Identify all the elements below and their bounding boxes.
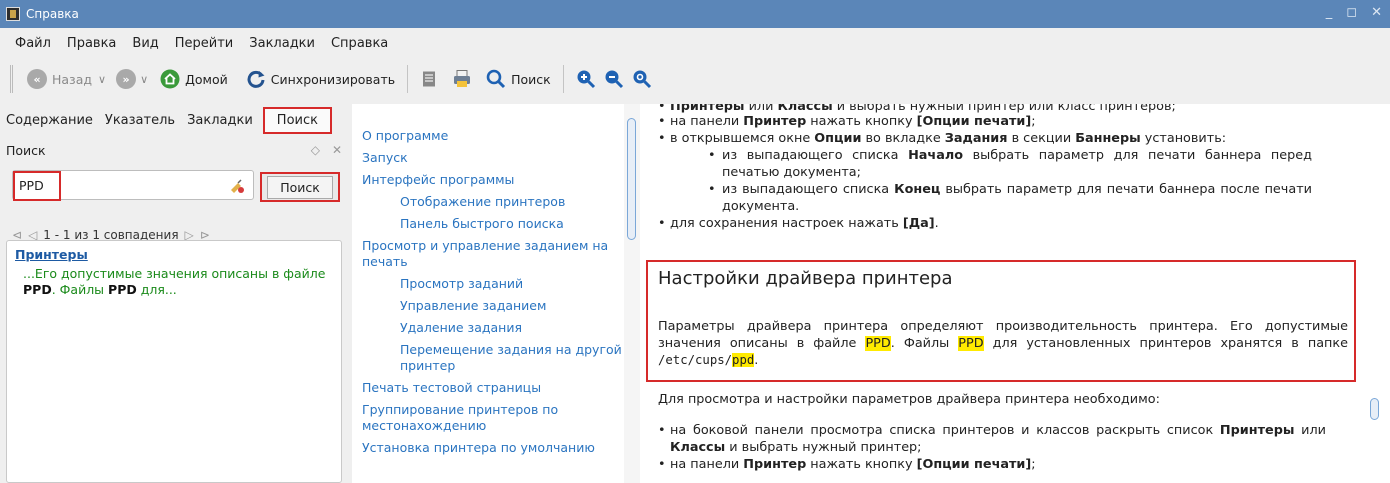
maximize-icon[interactable]: ◻ xyxy=(1346,5,1357,20)
toc-item[interactable]: Интерфейс программы xyxy=(362,170,624,192)
toc-item[interactable]: Установка принтера по умолчанию xyxy=(362,438,624,460)
home-label: Домой xyxy=(185,71,228,87)
toc-item[interactable]: Просмотр и управление заданием на печать xyxy=(362,236,624,274)
sync-button[interactable]: Синхронизировать xyxy=(242,65,399,93)
toc-item[interactable]: Группирование принтеров по местонахожден… xyxy=(362,400,624,438)
toc-item[interactable]: Управление заданием xyxy=(362,296,624,318)
zoom-original-icon xyxy=(633,70,651,89)
find-label: Поиск xyxy=(511,71,551,87)
toc-item[interactable]: О программе xyxy=(362,126,624,148)
minimize-icon[interactable]: _ xyxy=(1326,5,1333,20)
search-button[interactable]: Поиск xyxy=(260,172,340,202)
menu-help[interactable]: Справка xyxy=(324,32,395,55)
help-content: Принтеры или Классы и выбрать нужный при… xyxy=(640,104,1364,483)
toc-item[interactable]: Перемещение задания на другой принтер xyxy=(362,340,624,378)
print-preview-button[interactable] xyxy=(416,66,442,92)
window-controls: _ ◻ ✕ xyxy=(1326,5,1382,20)
toc-scrollbar[interactable] xyxy=(624,104,640,483)
paragraph: Параметры драйвера принтера определяют п… xyxy=(658,319,1349,368)
close-icon[interactable]: ✕ xyxy=(1371,5,1382,20)
clear-icon[interactable] xyxy=(229,177,245,193)
zoom-out-button[interactable] xyxy=(600,65,628,93)
forward-icon[interactable]: » xyxy=(116,69,137,89)
zoom-out-icon xyxy=(605,70,623,89)
menu-file[interactable]: Файл xyxy=(8,32,58,55)
toc-item[interactable]: Отображение принтеров xyxy=(362,192,624,214)
search-panel-header: Поиск ◇ ✕ xyxy=(0,138,352,162)
result-title-link[interactable]: Принтеры xyxy=(15,247,333,262)
list-item: для сохранения настроек нажать [Да]. xyxy=(646,215,1336,232)
menu-bookmarks[interactable]: Закладки xyxy=(242,32,322,55)
menu-edit[interactable]: Правка xyxy=(60,32,123,55)
result-snippet: ...Его допустимые значения описаны в фай… xyxy=(23,266,326,297)
section-heading: Настройки драйвера принтера xyxy=(658,268,953,289)
find-button[interactable]: Поиск xyxy=(482,65,555,93)
content-scroll-thumb[interactable] xyxy=(1370,398,1379,420)
tab-bookmarks[interactable]: Закладки xyxy=(181,107,259,134)
list-item: в открывшемся окне Опции во вкладке Зада… xyxy=(646,130,1336,215)
menu-go[interactable]: Перейти xyxy=(168,32,241,55)
toc-item[interactable]: Панель быстрого поиска xyxy=(362,214,624,236)
tab-contents[interactable]: Содержание xyxy=(0,107,99,134)
title-bar: Справка _ ◻ ✕ xyxy=(0,0,1390,28)
table-of-contents: О программе Запуск Интерфейс программы О… xyxy=(352,104,624,483)
sub-list-item: из выпадающего списка Конец выбрать пара… xyxy=(696,181,1312,215)
tab-search[interactable]: Поиск xyxy=(262,107,332,134)
search-button-label: Поиск xyxy=(267,175,333,199)
list-item: на панели Принтер нажать кнопку [Опции п… xyxy=(646,456,1326,473)
window-title: Справка xyxy=(26,7,79,21)
search-panel-title: Поиск xyxy=(6,142,46,158)
toolbar-separator xyxy=(407,65,409,93)
magnifier-icon xyxy=(486,69,506,89)
left-pane: Содержание Указатель Закладки Поиск Поис… xyxy=(0,104,352,483)
menu-bar: Файл Правка Вид Перейти Закладки Справка xyxy=(0,28,1390,58)
back-history-chevron-icon[interactable]: ∨ xyxy=(98,73,106,86)
float-icon[interactable]: ◇ xyxy=(311,143,320,157)
zoom-in-button[interactable] xyxy=(572,65,600,93)
list-item: на панели Принтер нажать кнопку [Опции п… xyxy=(646,113,1336,130)
search-results: Принтеры ...Его допустимые значения опис… xyxy=(6,240,342,483)
menu-view[interactable]: Вид xyxy=(125,32,165,55)
sub-list-item: из выпадающего списка Начало выбрать пар… xyxy=(696,147,1312,181)
sync-icon xyxy=(247,70,265,88)
print-button[interactable] xyxy=(448,65,476,93)
home-icon xyxy=(160,69,180,89)
paragraph: Для просмотра и настройки параметров дра… xyxy=(658,392,1160,407)
toc-item[interactable]: Печать тестовой страницы xyxy=(362,378,624,400)
search-query[interactable]: PPD xyxy=(13,171,61,201)
toc-item[interactable]: Удаление задания xyxy=(362,318,624,340)
content-scrollbar[interactable] xyxy=(1364,104,1390,483)
sync-label: Синхронизировать xyxy=(270,71,396,87)
home-button[interactable]: Домой xyxy=(156,65,232,93)
back-icon: « xyxy=(27,69,47,89)
toolbar: « Назад ∨ » ∨ Домой Синхронизировать Пои… xyxy=(0,58,1390,100)
zoom-in-icon xyxy=(577,70,595,89)
search-input[interactable]: PPD xyxy=(12,170,254,201)
toolbar-grip[interactable] xyxy=(10,65,13,93)
toc-item[interactable]: Просмотр заданий xyxy=(362,274,624,296)
close-panel-icon[interactable]: ✕ xyxy=(332,143,342,157)
toc-item[interactable]: Запуск xyxy=(362,148,624,170)
tab-index[interactable]: Указатель xyxy=(99,107,181,134)
printer-icon xyxy=(454,70,471,87)
toc-scroll-thumb[interactable] xyxy=(627,118,636,240)
app-icon xyxy=(6,7,20,21)
list-item: на боковой панели просмотра списка принт… xyxy=(646,422,1326,456)
forward-history-chevron-icon[interactable]: ∨ xyxy=(140,73,148,86)
zoom-reset-button[interactable] xyxy=(628,65,656,93)
toolbar-separator xyxy=(562,65,564,93)
document-icon xyxy=(423,71,436,87)
back-button[interactable]: « Назад xyxy=(23,65,96,93)
left-tabs: Содержание Указатель Закладки Поиск xyxy=(0,104,352,134)
back-label: Назад xyxy=(52,71,93,87)
